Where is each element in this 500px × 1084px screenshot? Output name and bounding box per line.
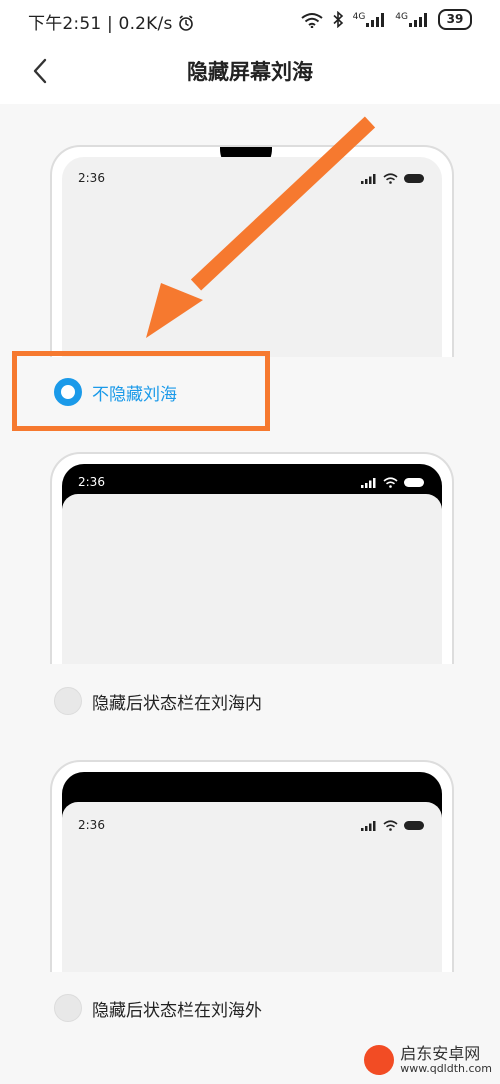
wifi-icon [383, 820, 398, 831]
page-title: 隐藏屏幕刘海 [187, 60, 313, 84]
preview-status-icons [361, 173, 424, 184]
preview-screen: 2:36 [62, 157, 442, 357]
status-separator: | [107, 14, 113, 34]
option-label: 隐藏后状态栏在刘海内 [92, 693, 262, 714]
watermark-name: 启东安卓网 [400, 1043, 481, 1063]
battery-icon [404, 174, 424, 183]
radio-unselected[interactable] [54, 994, 82, 1022]
battery-icon [404, 821, 424, 830]
option-hide-status-outside[interactable]: 隐藏后状态栏在刘海外 [54, 994, 262, 1022]
preview-status-icons [361, 477, 424, 488]
preview-time: 2:36 [78, 818, 105, 832]
phone-preview-notch[interactable]: 2:36 [50, 145, 454, 357]
status-right: 4G 4G 39 [300, 9, 472, 30]
watermark-url: www.qdldth.com [400, 1062, 492, 1076]
battery-icon [404, 478, 424, 487]
signal-bars-icon [366, 12, 385, 27]
option-hide-status-inside[interactable]: 隐藏后状态栏在刘海内 [54, 687, 262, 715]
wifi-icon [383, 173, 398, 184]
preview-screen: 2:36 [62, 464, 442, 664]
signal-4g-1: 4G [352, 11, 387, 27]
battery-icon: 39 [438, 9, 472, 30]
phone-preview-hidden-outside[interactable]: 2:36 [50, 760, 454, 972]
wifi-icon [300, 12, 323, 28]
watermark-text: 启东安卓网 www.qdldth.com [400, 1043, 492, 1076]
app-header: 隐藏屏幕刘海 [0, 40, 500, 104]
signal-bars-icon [361, 173, 376, 184]
network-speed: 0.2K/s [118, 14, 173, 34]
preview-time: 2:36 [78, 171, 105, 185]
signal-bars-icon [361, 477, 376, 488]
watermark: 启东安卓网 www.qdldth.com [364, 1043, 492, 1076]
option-label: 隐藏后状态栏在刘海外 [92, 1000, 262, 1021]
alarm-icon [179, 15, 193, 31]
status-time: 下午2:51 [28, 14, 102, 34]
preview-screen: 2:36 [62, 772, 442, 972]
preview-time: 2:36 [78, 475, 105, 489]
phone-preview-hidden-inside[interactable]: 2:36 [50, 452, 454, 664]
signal-bars-icon [409, 12, 427, 27]
bluetooth-icon [333, 11, 343, 28]
signal-label: 4G [395, 11, 408, 22]
status-left: 下午2:51 | 0.2K/s [28, 9, 194, 34]
annotation-highlight-box [12, 351, 270, 431]
radio-unselected[interactable] [54, 687, 82, 715]
signal-label: 4G [352, 11, 366, 22]
content-area [62, 494, 442, 664]
watermark-logo-icon [364, 1045, 395, 1076]
signal-4g-2: 4G [395, 11, 429, 27]
signal-bars-icon [361, 820, 376, 831]
wifi-icon [383, 477, 398, 488]
status-bar: 下午2:51 | 0.2K/s 4G 4G 39 [0, 0, 500, 40]
preview-status-icons [361, 820, 424, 831]
